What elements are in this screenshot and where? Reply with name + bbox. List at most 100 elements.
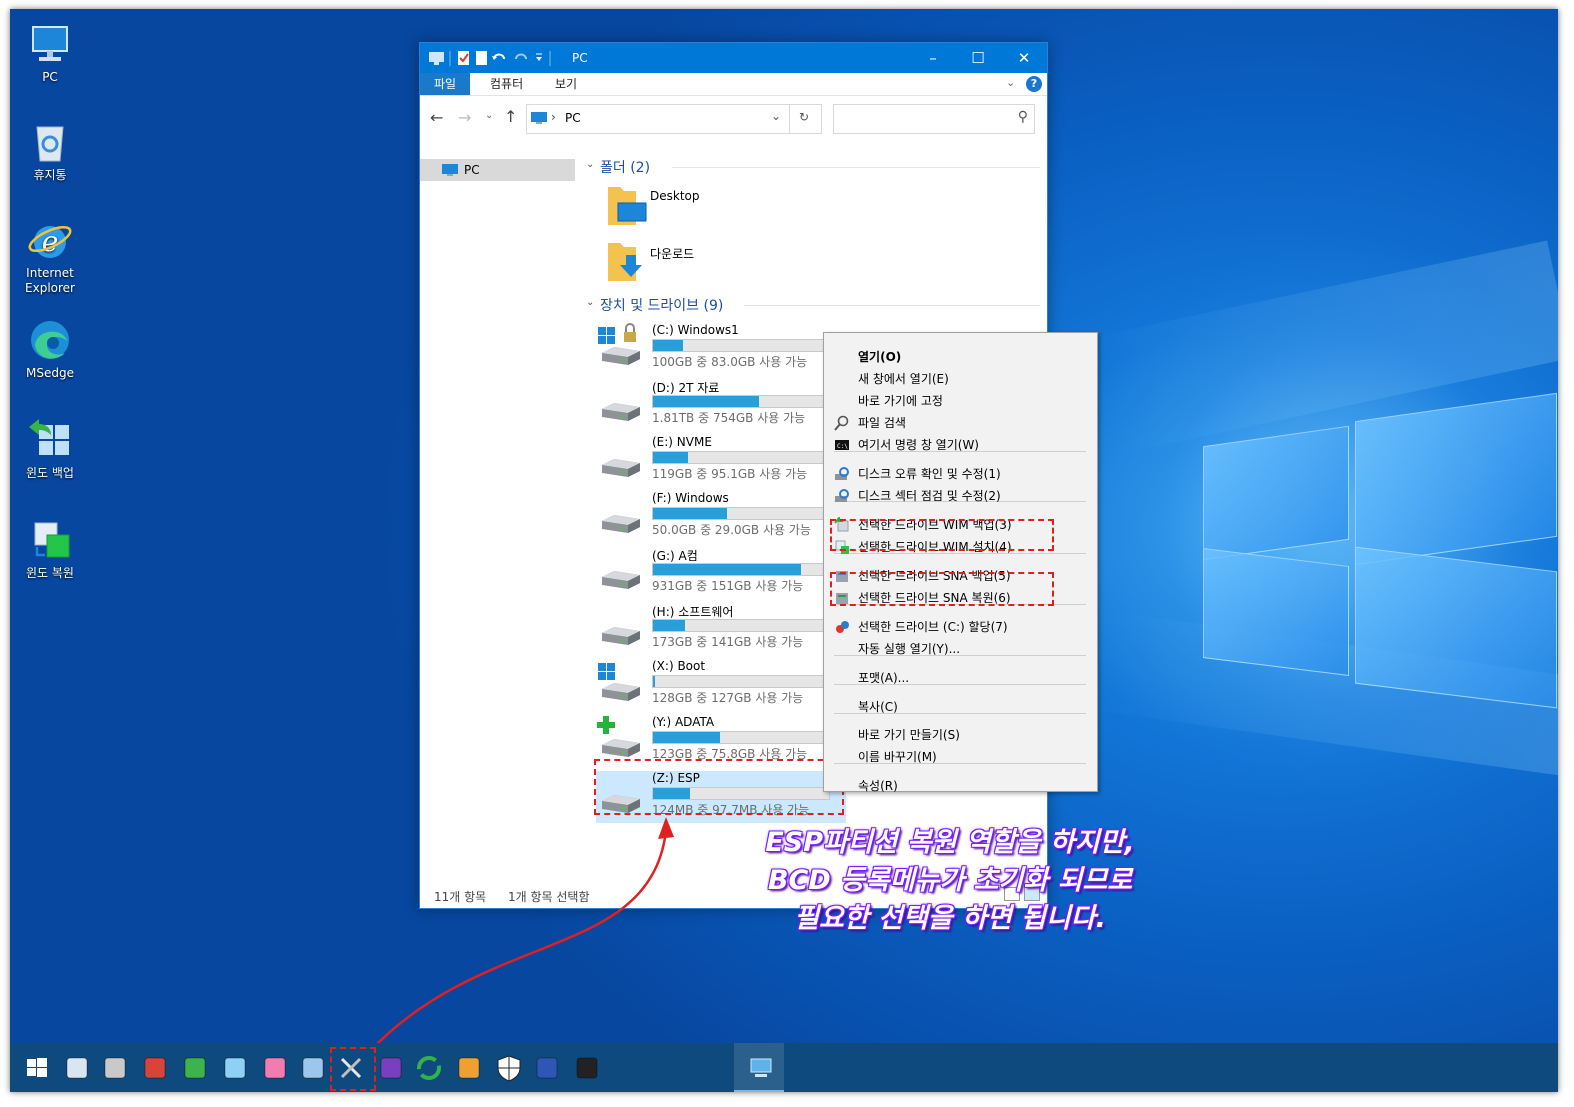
- drive-name: (C:) Windows1: [652, 323, 739, 337]
- minimize-button[interactable]: –: [910, 43, 956, 73]
- refresh-icon[interactable]: ↻: [799, 110, 809, 124]
- folder-item[interactable]: 다운로드: [606, 239, 926, 287]
- menu-item[interactable]: 이름 바꾸기(M): [858, 747, 937, 767]
- drive-name: (D:) 2T 자료: [652, 381, 720, 395]
- wallpaper-logo-pane: [1355, 546, 1557, 709]
- menu-item[interactable]: 선택한 드라이브 (C:) 할당(7): [858, 617, 1008, 637]
- desktop-icon-internet-explorer[interactable]: e Internet Explorer: [10, 217, 90, 296]
- start-icon[interactable]: [22, 1053, 52, 1083]
- drive-item[interactable]: (H:) 소프트웨어 173GB 중 141GB 사용 가능: [596, 603, 846, 655]
- downloads-folder-icon: [608, 243, 642, 281]
- pc-small-icon: [442, 164, 458, 176]
- annotation-line: ESP파티션 복원 역할을 하지만,: [765, 827, 1135, 858]
- desktop-icon-label: 휴지통: [33, 168, 67, 182]
- drive-free-space: 119GB 중 95.1GB 사용 가능: [652, 467, 808, 481]
- drive-free-space: 100GB 중 83.0GB 사용 가능: [652, 355, 808, 369]
- desktop-icon-windows-backup[interactable]: 윈도 백업: [10, 417, 90, 481]
- edge-icon: [27, 317, 73, 363]
- desktop-icon-msedge[interactable]: MSedge: [10, 317, 90, 381]
- menu-item[interactable]: 복사(C): [858, 697, 898, 717]
- folder-item[interactable]: Desktop: [606, 183, 926, 231]
- lock-icon: [624, 323, 636, 342]
- network-icon[interactable]: [454, 1053, 484, 1083]
- drive-item[interactable]: (F:) Windows 50.0GB 중 29.0GB 사용 가능: [596, 491, 846, 543]
- desktop-icon-label: 윈도 백업: [26, 466, 74, 480]
- refresh-icon[interactable]: [414, 1053, 444, 1083]
- drive-name: (Y:) ADATA: [652, 715, 715, 729]
- desktop-icon-windows-restore[interactable]: 윈도 복원: [10, 517, 90, 581]
- shield-icon[interactable]: [494, 1053, 524, 1083]
- pc-taskbar-icon[interactable]: [746, 1053, 776, 1083]
- phone-icon[interactable]: [532, 1053, 562, 1083]
- tab-computer[interactable]: 컴퓨터: [476, 73, 537, 95]
- tab-file[interactable]: 파일: [420, 73, 471, 95]
- drive-item[interactable]: (E:) NVME 119GB 중 95.1GB 사용 가능: [596, 435, 846, 487]
- drive-usage-fill: [653, 340, 683, 351]
- chevron-down-icon[interactable]: ⌄: [1006, 76, 1015, 89]
- tab-view[interactable]: 보기: [541, 73, 591, 95]
- search-icon: [834, 415, 849, 431]
- windows-logo-icon: [598, 663, 615, 680]
- remote-icon[interactable]: [298, 1053, 328, 1083]
- drive-item[interactable]: (D:) 2T 자료 1.81TB 중 754GB 사용 가능: [596, 379, 846, 431]
- help-icon[interactable]: ?: [1026, 76, 1042, 92]
- desktop-icon-pc[interactable]: PC: [10, 21, 90, 85]
- maximize-button[interactable]: ☐: [955, 43, 1001, 73]
- nav-item-pc[interactable]: PC: [420, 159, 575, 181]
- back-arrow-icon[interactable]: ←: [430, 108, 443, 127]
- drive-usage-bar: [652, 563, 830, 576]
- desktop-icon-recycle-bin[interactable]: 휴지통: [10, 119, 90, 183]
- up-arrow-icon[interactable]: ↑: [504, 107, 517, 126]
- recent-dropdown-icon[interactable]: ⌄: [485, 110, 493, 121]
- menu-item[interactable]: 자동 실행 열기(Y)...: [858, 639, 960, 659]
- menu-item[interactable]: 디스크 섹터 점검 및 수정(2): [858, 486, 1001, 506]
- group-header-drives[interactable]: 장치 및 드라이브 (9): [600, 295, 723, 315]
- terminal-icon[interactable]: [572, 1053, 602, 1083]
- desktop: PC 휴지통 e Internet Explorer MSedge 윈도 백업 …: [10, 9, 1558, 1092]
- media-icon[interactable]: [376, 1053, 406, 1083]
- drive-free-space: 173GB 중 141GB 사용 가능: [652, 635, 804, 649]
- close-button[interactable]: ✕: [1001, 43, 1047, 73]
- disk-tool-icon[interactable]: [100, 1053, 130, 1083]
- hard-drive-icon: [602, 403, 640, 421]
- collapse-icon[interactable]: ⌄: [586, 297, 594, 308]
- drive-name: (H:) 소프트웨어: [652, 605, 734, 619]
- drive-item[interactable]: (X:) Boot 128GB 중 127GB 사용 가능: [596, 659, 846, 711]
- partition-icon[interactable]: [140, 1053, 170, 1083]
- monitor-icon[interactable]: [62, 1053, 92, 1083]
- menu-item[interactable]: 열기(O): [858, 347, 901, 367]
- plus-icon: [597, 716, 615, 734]
- breadcrumb-separator-icon: ›: [551, 110, 556, 124]
- desktop-icon-label: 윈도 복원: [26, 566, 74, 580]
- search-input[interactable]: ⚲: [833, 104, 1035, 134]
- app-icon[interactable]: [260, 1053, 290, 1083]
- quick-access-toolbar-icons[interactable]: [428, 50, 568, 67]
- drive-usage-fill: [653, 676, 655, 687]
- drive-item[interactable]: (G:) A컴 931GB 중 151GB 사용 가능: [596, 547, 846, 599]
- forward-arrow-icon[interactable]: →: [458, 108, 471, 127]
- notepad-icon[interactable]: [220, 1053, 250, 1083]
- menu-item[interactable]: 바로 가기 만들기(S): [858, 725, 960, 745]
- menu-item[interactable]: 바로 가기에 고정: [858, 391, 943, 411]
- drive-usage-bar: [652, 451, 830, 464]
- group-header-folders[interactable]: 폴더 (2): [600, 157, 650, 177]
- cmd-icon: C:\: [835, 440, 849, 450]
- drive-item[interactable]: (C:) Windows1 100GB 중 83.0GB 사용 가능: [596, 323, 846, 375]
- drive-name: (F:) Windows: [652, 491, 729, 505]
- ghost-icon[interactable]: [180, 1053, 210, 1083]
- menu-item[interactable]: 여기서 명령 창 열기(W): [858, 435, 979, 455]
- address-bar[interactable]: › PC ⌄ ↻: [526, 104, 822, 134]
- address-dropdown-icon[interactable]: ⌄: [771, 109, 781, 123]
- drive-free-space: 931GB 중 151GB 사용 가능: [652, 579, 804, 593]
- assign-icon: [836, 621, 849, 633]
- menu-item[interactable]: 새 창에서 열기(E): [858, 369, 949, 389]
- pc-small-icon: [531, 112, 547, 124]
- menu-item[interactable]: 포맷(A)...: [858, 668, 909, 688]
- menu-item[interactable]: 속성(R): [858, 776, 898, 796]
- drive-usage-fill: [653, 564, 801, 575]
- collapse-icon[interactable]: ⌄: [586, 159, 594, 170]
- title-bar[interactable]: PC – ☐ ✕: [420, 43, 1047, 73]
- menu-item[interactable]: 디스크 오류 확인 및 수정(1): [858, 464, 1001, 484]
- menu-item[interactable]: 파일 검색: [858, 413, 906, 433]
- hard-drive-icon: [602, 515, 640, 533]
